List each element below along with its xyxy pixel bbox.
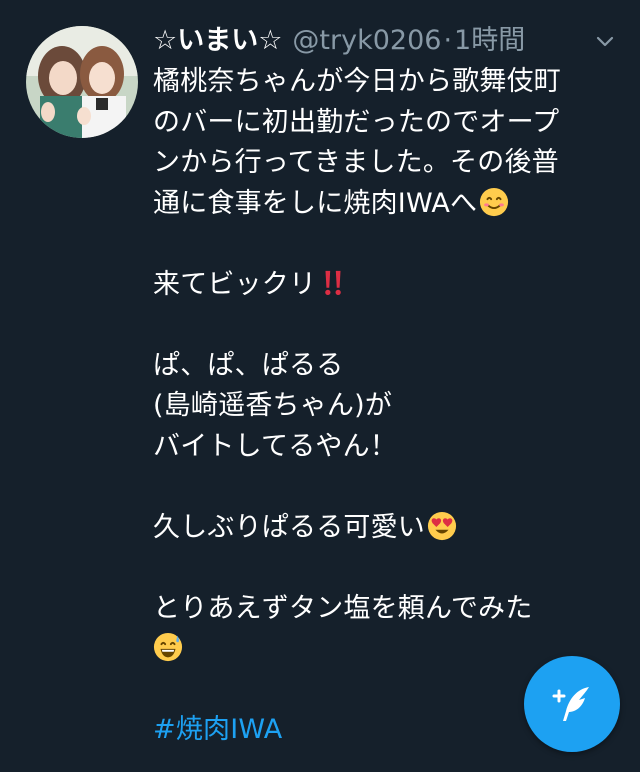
tweet-line: のバーに初出勤だったのでオープ <box>153 106 560 138</box>
smiling-face-emoji-icon <box>480 187 509 216</box>
double-exclamation-emoji-icon <box>325 270 341 295</box>
hashtag-link[interactable]: #焼肉IWA <box>153 714 282 745</box>
heart-eyes-emoji-icon <box>427 511 457 540</box>
tweet-line: ンから行ってきました。その後普 <box>153 147 559 178</box>
tweet-line: ぱ、ぱ、ぱるる <box>153 349 344 381</box>
profile-photo-icon <box>26 26 138 138</box>
compose-tweet-button[interactable] <box>524 656 620 752</box>
compose-tweet-icon <box>552 687 589 721</box>
tweet-line: (島崎遥香ちゃん)が <box>153 390 393 421</box>
separator-dot: · <box>443 25 453 56</box>
grinning-sweat-emoji-icon <box>153 632 183 662</box>
tweet-line: バイトしてるやん！ <box>153 430 397 462</box>
user-handle[interactable]: @tryk0206 <box>292 20 441 62</box>
display-name[interactable]: ☆いまい☆ <box>153 20 282 62</box>
tweet-line: とりあえずタン塩を頼んでみた <box>153 592 533 624</box>
tweet-header: ☆いまい☆ @tryk0206 · 1時間 <box>153 20 623 62</box>
tweet-line: 久しぶりぱるる可愛い <box>153 508 623 549</box>
tweet-content: ☆いまい☆ @tryk0206 · 1時間 橘桃奈ちゃんが今日から歌舞伎町 のバ… <box>153 20 623 751</box>
tweet[interactable]: ☆いまい☆ @tryk0206 · 1時間 橘桃奈ちゃんが今日から歌舞伎町 のバ… <box>0 0 640 772</box>
avatar[interactable] <box>26 26 138 138</box>
tweet-line: 通に食事をしに焼肉IWAへ <box>153 184 623 225</box>
chevron-down-icon[interactable] <box>594 30 616 52</box>
timestamp[interactable]: 1時間 <box>454 20 525 62</box>
tweet-line: 来てビックリ <box>153 265 623 306</box>
tweet-line: 橘桃奈ちゃんが今日から歌舞伎町 <box>153 66 561 97</box>
tweet-text: 橘桃奈ちゃんが今日から歌舞伎町 のバーに初出勤だったのでオープ ンから行ってきま… <box>153 62 623 751</box>
